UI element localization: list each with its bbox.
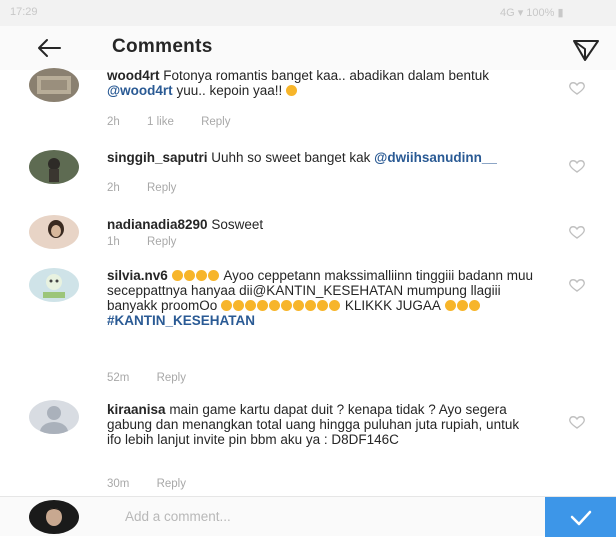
comment-username[interactable]: wood4rt — [107, 68, 160, 83]
send-icon — [573, 40, 599, 61]
avatar[interactable] — [29, 268, 79, 302]
reply-button[interactable]: Reply — [147, 236, 176, 248]
emoji-icon — [456, 300, 468, 311]
emoji-icon — [281, 300, 293, 311]
emoji-icon — [293, 300, 305, 311]
reply-button[interactable]: Reply — [157, 372, 186, 384]
comment-meta: 2h 1 like Reply — [107, 116, 254, 128]
emoji-icon — [269, 300, 281, 311]
comment-content: Uuhh so sweet banget kak — [211, 150, 371, 165]
share-button[interactable] — [571, 35, 601, 63]
comment-content: Fotonya romantis banget kaa.. abadikan d… — [163, 68, 489, 83]
avatar — [29, 500, 79, 534]
comment-composer — [0, 496, 616, 537]
back-arrow-icon — [38, 39, 61, 57]
comment-meta: 1h Reply — [107, 236, 200, 248]
comment-input[interactable] — [125, 505, 525, 527]
comment-mention[interactable]: @wood4rt — [107, 83, 173, 98]
emoji-icon — [171, 270, 183, 281]
emoji-icon — [257, 300, 269, 311]
emoji-icon — [286, 85, 298, 96]
comment-text: kiraanisa main game kartu dapat duit ? k… — [107, 402, 537, 447]
comment-content: yuu.. kepoin yaa!! — [176, 83, 283, 98]
avatar[interactable] — [29, 150, 79, 184]
emoji-icon — [183, 270, 195, 281]
comment-text: nadianadia8290 Sosweet — [107, 217, 537, 232]
emoji-icon — [305, 300, 317, 311]
emoji-icon — [468, 300, 480, 311]
avatar[interactable] — [29, 215, 79, 249]
comment-text: wood4rt Fotonya romantis banget kaa.. ab… — [107, 68, 537, 98]
comment-time: 30m — [107, 478, 130, 490]
status-indicators: 4G ▾ 100% ▮ — [500, 7, 564, 19]
comment-time: 52m — [107, 372, 130, 384]
emoji-icon — [207, 270, 219, 281]
emoji-icon — [444, 300, 456, 311]
comment-mention[interactable]: @dwiihsanudinn__ — [374, 150, 497, 165]
avatar[interactable] — [29, 68, 79, 102]
page-title: Comments — [112, 36, 213, 57]
reply-button[interactable]: Reply — [157, 478, 186, 490]
header-bar: Comments — [0, 26, 616, 70]
emoji-icon — [245, 300, 257, 311]
comment-meta: 30m Reply — [107, 478, 210, 490]
comment-username[interactable]: silvia.nv6 — [107, 268, 168, 283]
reply-button[interactable]: Reply — [201, 116, 230, 128]
comment-username[interactable]: nadianadia8290 — [107, 217, 208, 232]
emoji-icon — [195, 270, 207, 281]
status-time: 17:29 — [10, 6, 38, 18]
comment-content: Sosweet — [211, 217, 264, 232]
status-bar: 17:29 4G ▾ 100% ▮ — [0, 0, 616, 26]
comment-meta: 52m Reply — [107, 372, 210, 384]
comment-username[interactable]: kiraanisa — [107, 402, 166, 417]
emoji-icon — [329, 300, 341, 311]
comment-time: 1h — [107, 236, 120, 248]
comment-meta: 2h Reply — [107, 182, 200, 194]
emoji-icon — [317, 300, 329, 311]
heart-icon[interactable] — [567, 80, 587, 96]
checkmark-icon — [570, 510, 592, 526]
comment-hashtag[interactable]: #KANTIN_KESEHATAN — [107, 313, 255, 328]
comment-username[interactable]: singgih_saputri — [107, 150, 208, 165]
heart-icon[interactable] — [567, 158, 587, 174]
avatar[interactable] — [29, 400, 79, 434]
reply-button[interactable]: Reply — [147, 182, 176, 194]
comment-content: KLIKKK JUGAA — [344, 298, 441, 313]
emoji-icon — [221, 300, 233, 311]
comment-likes[interactable]: 1 like — [147, 116, 174, 128]
heart-icon[interactable] — [567, 277, 587, 293]
back-button[interactable] — [34, 34, 64, 62]
comment-text: singgih_saputri Uuhh so sweet banget kak… — [107, 150, 537, 165]
heart-icon[interactable] — [567, 224, 587, 240]
comment-time: 2h — [107, 116, 120, 128]
comment-content: main game kartu dapat duit ? kenapa tida… — [107, 402, 520, 447]
comment-text: silvia.nv6 Ayoo ceppetann makssimalliinn… — [107, 268, 537, 328]
post-button[interactable] — [545, 497, 616, 537]
comment-time: 2h — [107, 182, 120, 194]
heart-icon[interactable] — [567, 414, 587, 430]
emoji-icon — [233, 300, 245, 311]
